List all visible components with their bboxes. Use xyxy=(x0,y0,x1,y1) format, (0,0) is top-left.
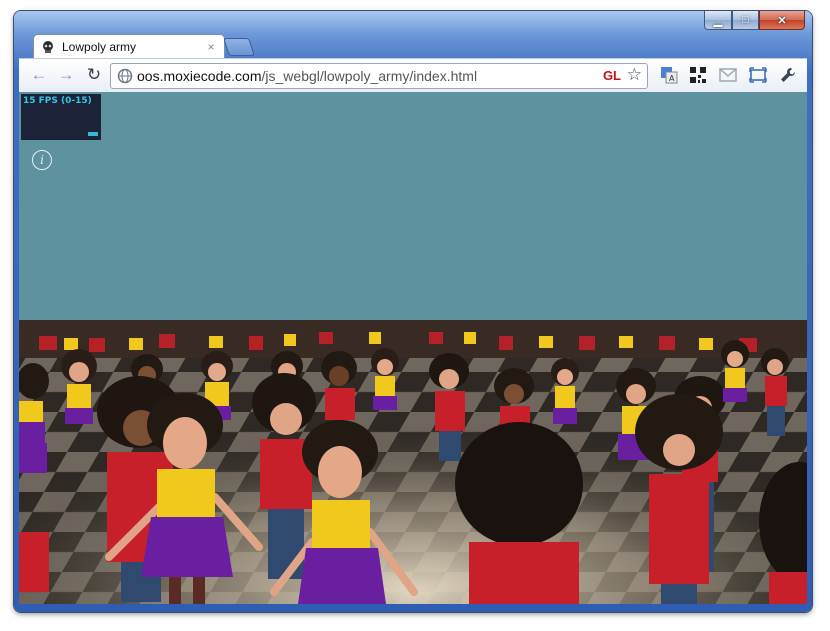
forward-button[interactable]: → xyxy=(54,64,78,86)
tab-lowpoly-army[interactable]: Lowpoly army × xyxy=(33,34,225,59)
bookmark-star-icon[interactable]: ☆ xyxy=(627,65,642,85)
url-text: oos.moxiecode.com/js_webgl/lowpoly_army/… xyxy=(137,68,477,84)
fps-stats-panel: 15 FPS (0-15) xyxy=(21,94,101,140)
translate-icon[interactable]: A xyxy=(659,65,679,85)
fps-graph xyxy=(88,132,98,136)
crowd-background xyxy=(19,320,807,358)
browser-window: ▁ □ ✕ Lowpoly army × ← → ↻ oos.moxiecode… xyxy=(14,11,812,612)
fullscreen-icon[interactable] xyxy=(748,65,768,85)
svg-text:A: A xyxy=(669,74,675,83)
mail-icon[interactable] xyxy=(718,65,738,85)
tab-title: Lowpoly army xyxy=(62,40,137,54)
back-button[interactable]: ← xyxy=(27,64,51,86)
qr-code-icon[interactable] xyxy=(688,65,708,85)
fps-label: 15 FPS (0-15) xyxy=(23,96,92,106)
minimize-button[interactable]: ▁ xyxy=(704,11,732,30)
page-favicon-icon xyxy=(40,39,56,55)
army-scene xyxy=(19,92,807,604)
webgl-badge[interactable]: GL xyxy=(603,68,621,83)
reload-button[interactable]: ↻ xyxy=(82,64,106,86)
wrench-icon[interactable] xyxy=(778,65,798,85)
close-window-button[interactable]: ✕ xyxy=(759,11,805,30)
url-path: /js_webgl/lowpoly_army/index.html xyxy=(261,68,478,84)
address-bar[interactable]: oos.moxiecode.com/js_webgl/lowpoly_army/… xyxy=(110,63,648,89)
globe-icon xyxy=(117,68,133,84)
url-host: oos.moxiecode.com xyxy=(137,68,262,84)
sky xyxy=(19,92,807,342)
toolbar: ← → ↻ oos.moxiecode.com/js_webgl/lowpoly… xyxy=(19,58,807,92)
tab-close-icon[interactable]: × xyxy=(204,40,218,54)
webgl-canvas[interactable]: 15 FPS (0-15) i xyxy=(19,92,807,604)
info-icon[interactable]: i xyxy=(32,150,52,170)
maximize-button[interactable]: □ xyxy=(732,11,759,30)
window-controls: ▁ □ ✕ xyxy=(704,11,805,30)
new-tab-button[interactable] xyxy=(223,38,255,56)
